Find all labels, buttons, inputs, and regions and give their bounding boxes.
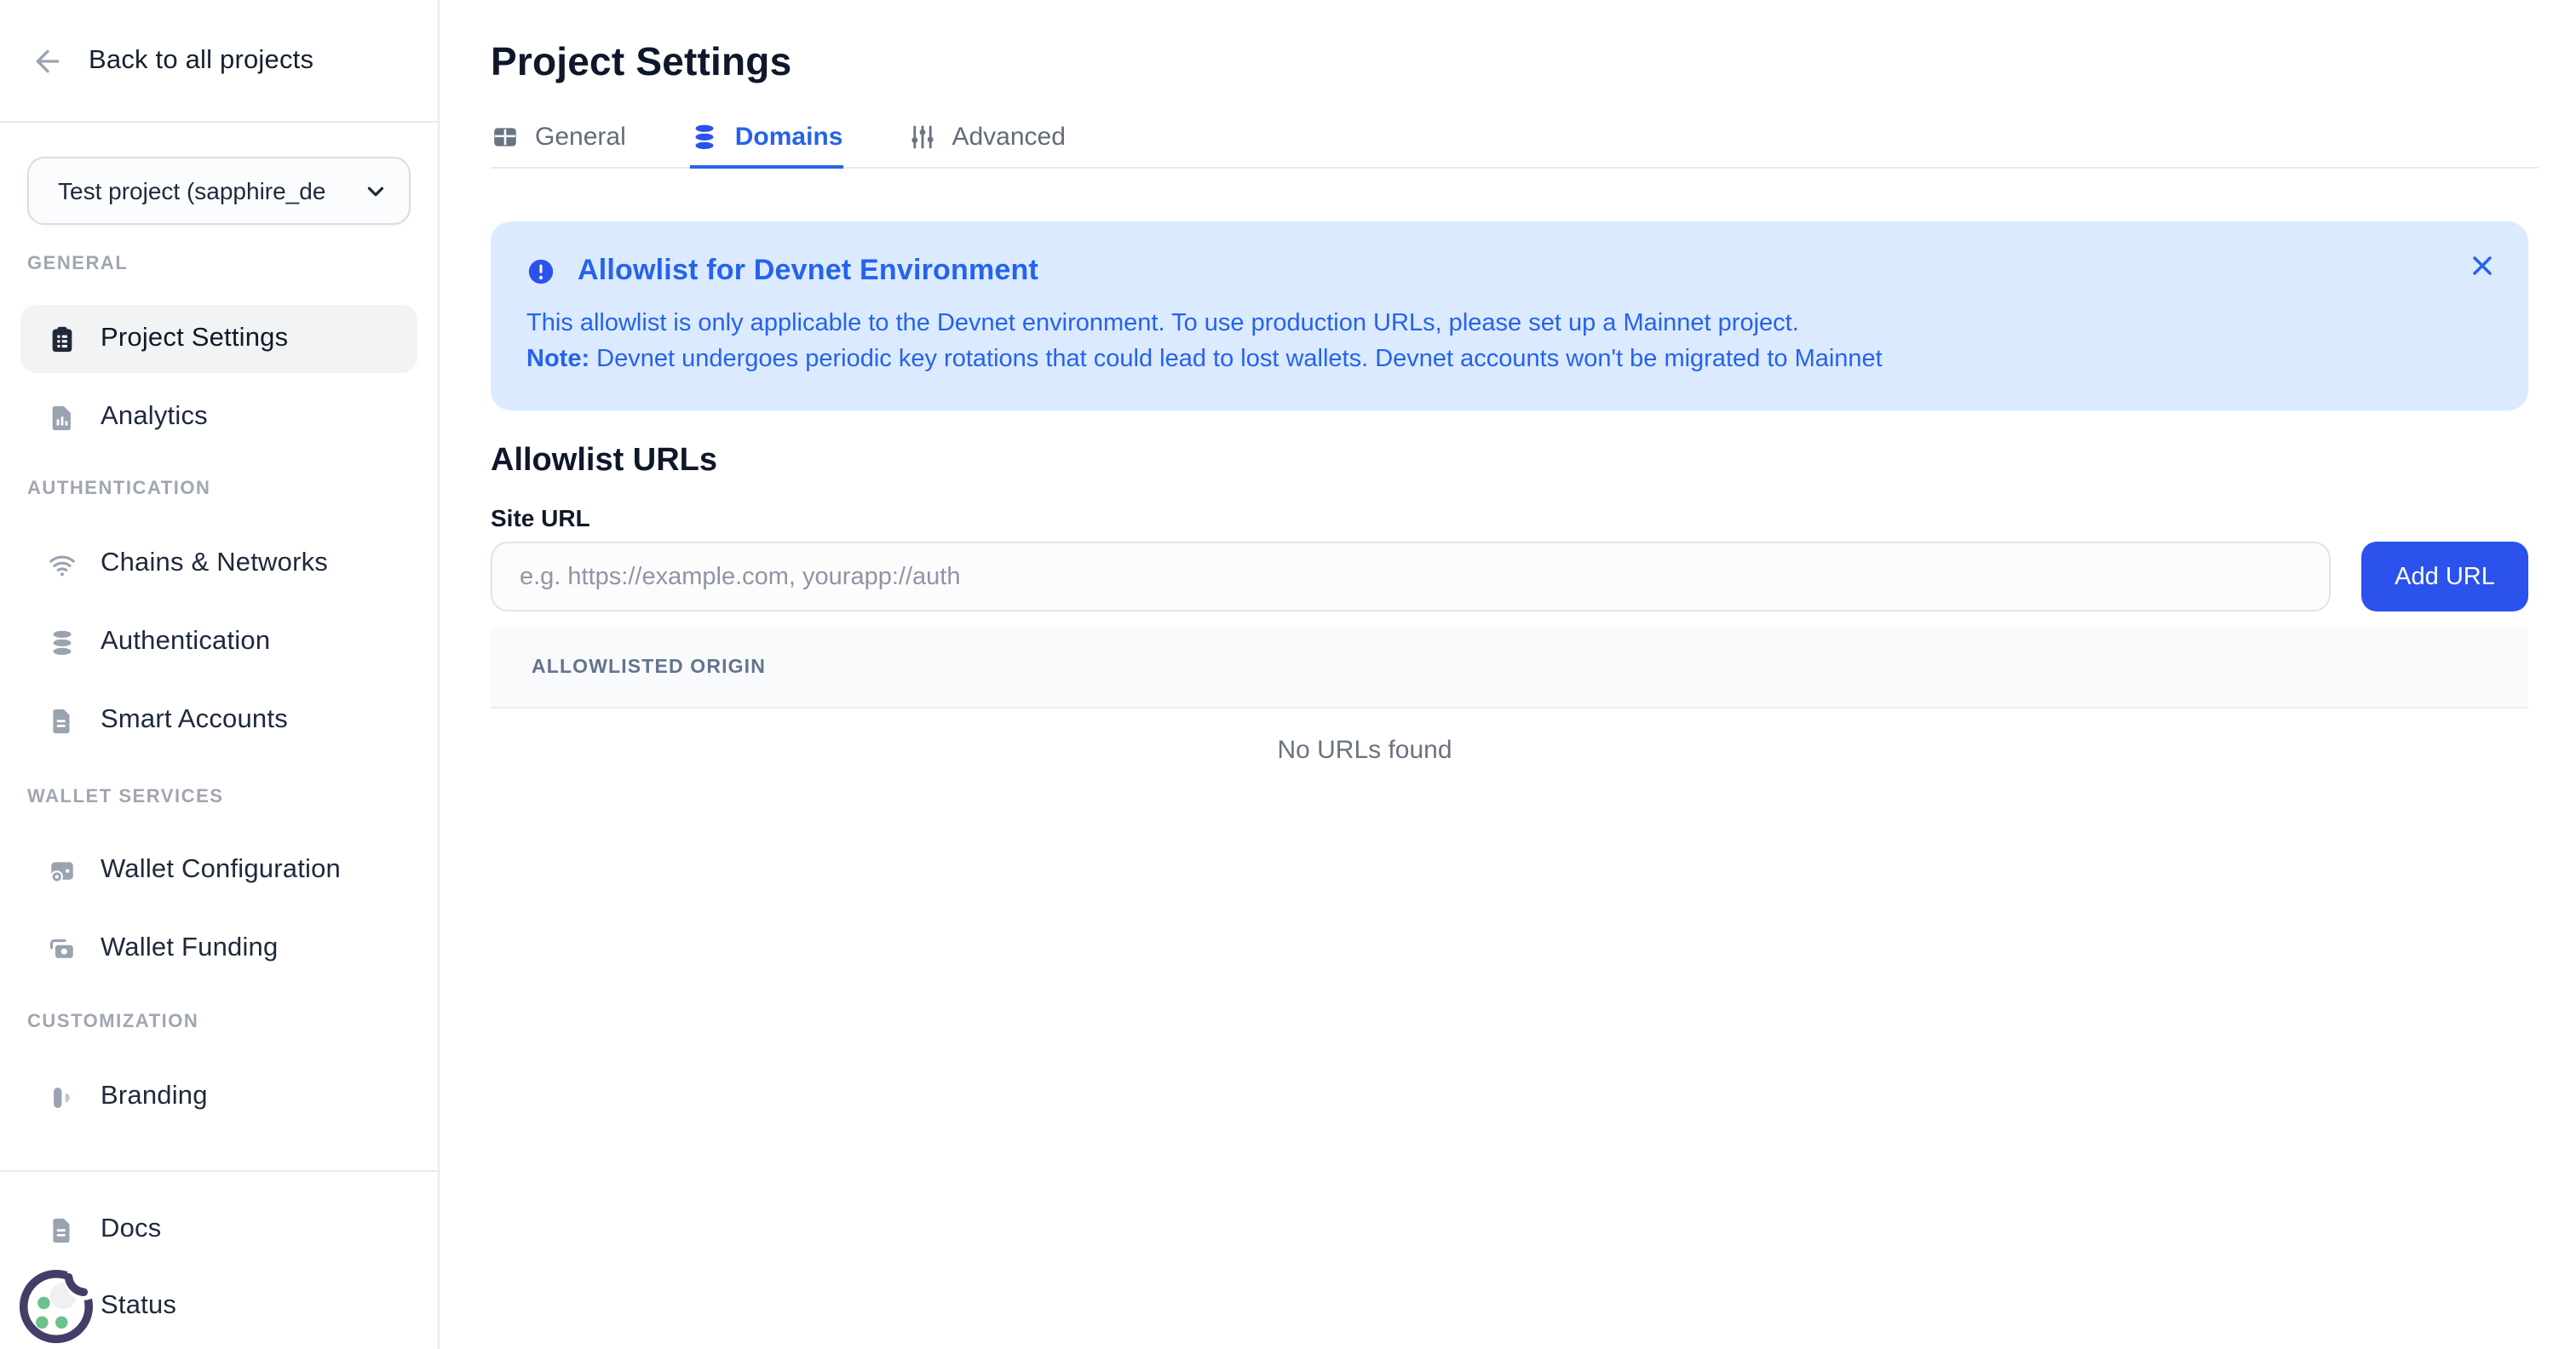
sidebar-item-label: Branding: [101, 1082, 208, 1112]
docs-icon: [48, 1215, 77, 1244]
banknote-icon: [48, 934, 77, 963]
chevron-down-icon: [363, 178, 388, 204]
add-url-button[interactable]: Add URL: [2361, 542, 2528, 611]
cookie-icon: [14, 1260, 99, 1349]
sidebar-item-wallet-funding[interactable]: Wallet Funding: [20, 915, 417, 983]
tab-domains[interactable]: Domains: [691, 123, 843, 167]
app: Back to all projects Test project (sapph…: [0, 0, 2576, 1349]
banner-note-text: Devnet undergoes periodic key rotations …: [589, 346, 1883, 373]
project-selector-value: Test project (sapphire_de: [58, 177, 363, 204]
sidebar-item-label: Wallet Configuration: [101, 855, 341, 886]
site-url-label: Site URL: [491, 504, 2539, 531]
sidebar-item-label: Project Settings: [101, 324, 288, 354]
allowlisted-origin-column-header: ALLOWLISTED ORIGIN: [532, 657, 766, 677]
tab-general[interactable]: General: [491, 123, 626, 167]
close-icon: [2467, 250, 2498, 281]
tab-label: Advanced: [952, 123, 1065, 152]
sidebar-item-label: Authentication: [101, 627, 270, 657]
banner-title: Allowlist for Devnet Environment: [578, 254, 1038, 288]
table-grid-icon: [491, 123, 520, 152]
banner-note-label: Note:: [526, 346, 589, 373]
tab-label: Domains: [735, 123, 843, 152]
main-content: Project Settings General Domains Advance…: [440, 0, 2576, 1349]
sidebar-item-project-settings[interactable]: Project Settings: [20, 305, 417, 373]
section-label-authentication: AUTHENTICATION: [27, 479, 411, 499]
section-label-general: GENERAL: [27, 254, 411, 274]
sliders-icon: [907, 123, 936, 152]
sidebar-item-authentication[interactable]: Authentication: [20, 608, 417, 676]
section-label-wallet-services: WALLET SERVICES: [27, 787, 411, 807]
sidebar-item-docs[interactable]: Docs: [20, 1196, 417, 1264]
empty-state-text: No URLs found: [491, 736, 2528, 765]
section-label-customization: CUSTOMIZATION: [27, 1012, 411, 1032]
sidebar-item-label: Chains & Networks: [101, 548, 328, 579]
devnet-allowlist-banner: Allowlist for Devnet Environment This al…: [491, 221, 2528, 410]
sidebar-item-analytics[interactable]: Analytics: [20, 383, 417, 451]
branding-icon: [48, 1082, 77, 1111]
file-icon: [48, 706, 77, 735]
sidebar-item-branding[interactable]: Branding: [20, 1063, 417, 1121]
cookie-consent-button[interactable]: [14, 1260, 99, 1349]
database-icon: [691, 123, 720, 152]
project-selector[interactable]: Test project (sapphire_de: [27, 157, 411, 225]
tab-bar: General Domains Advanced: [491, 123, 2539, 169]
wallet-gear-icon: [48, 856, 77, 885]
sidebar-item-label: Analytics: [101, 402, 208, 433]
analytics-file-icon: [48, 403, 77, 432]
allowlist-table-header: ALLOWLISTED ORIGIN: [491, 627, 2528, 709]
page-title: Project Settings: [491, 39, 2539, 85]
sidebar-item-label: Wallet Funding: [101, 933, 278, 964]
sidebar: Back to all projects Test project (sapph…: [0, 0, 440, 1349]
database-icon: [48, 628, 77, 657]
banner-header: Allowlist for Devnet Environment: [526, 254, 2491, 288]
clipboard-icon: [48, 324, 77, 353]
info-icon: [526, 256, 555, 285]
tab-label: General: [535, 123, 626, 152]
wifi-icon: [48, 549, 77, 578]
allowlist-urls-heading: Allowlist URLs: [491, 443, 2539, 480]
sidebar-item-label: Smart Accounts: [101, 705, 288, 736]
sidebar-item-chains-networks[interactable]: Chains & Networks: [20, 530, 417, 598]
sidebar-item-smart-accounts[interactable]: Smart Accounts: [20, 686, 417, 755]
banner-close-button[interactable]: [2467, 250, 2498, 281]
sidebar-nav: Test project (sapphire_de GENERAL Projec…: [0, 124, 438, 1121]
back-to-projects-button[interactable]: Back to all projects: [0, 0, 438, 123]
banner-line1: This allowlist is only applicable to the…: [526, 307, 2491, 342]
site-url-input[interactable]: [491, 542, 2331, 611]
banner-note: Note: Devnet undergoes periodic key rota…: [526, 342, 2491, 378]
site-url-row: Add URL: [491, 542, 2539, 611]
banner-body: This allowlist is only applicable to the…: [526, 307, 2491, 378]
arrow-left-icon: [31, 43, 65, 77]
tab-advanced[interactable]: Advanced: [907, 123, 1065, 167]
sidebar-item-label: Status: [101, 1291, 176, 1322]
sidebar-item-wallet-configuration[interactable]: Wallet Configuration: [20, 836, 417, 904]
allowlist-table: ALLOWLISTED ORIGIN No URLs found: [491, 627, 2528, 765]
sidebar-item-label: Docs: [101, 1214, 161, 1245]
back-label: Back to all projects: [89, 45, 313, 76]
